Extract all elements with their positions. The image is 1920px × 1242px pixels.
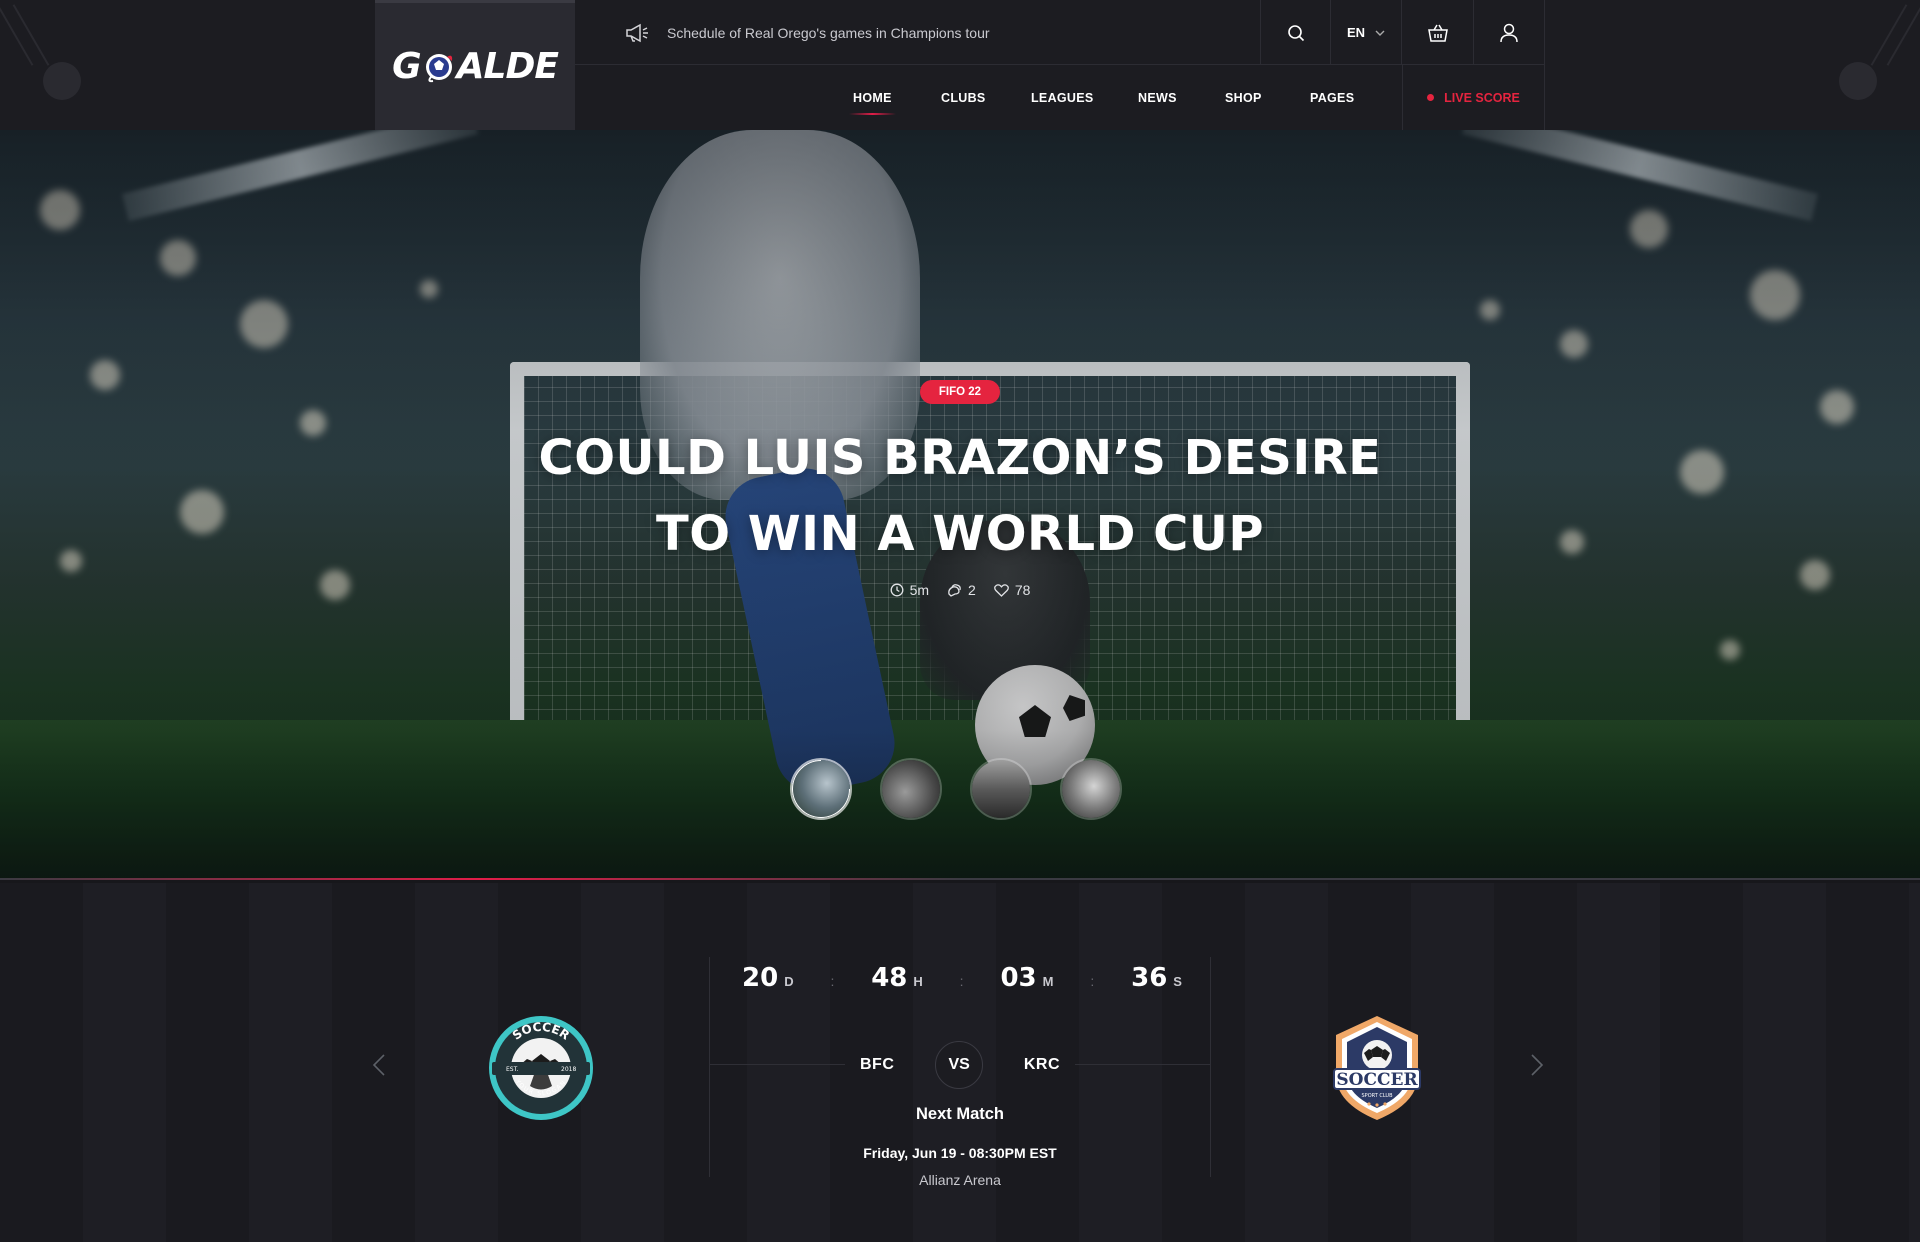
soccer-ball-mascot-icon	[425, 53, 452, 82]
read-time-value: 5m	[909, 582, 930, 598]
search-icon	[1287, 24, 1304, 41]
countdown-seconds-value: 36	[1131, 963, 1168, 993]
divider-right	[1210, 957, 1211, 1177]
match-countdown: 20 D : 48 H : 03 M : 36 S	[742, 963, 1182, 993]
user-icon	[1500, 23, 1518, 42]
nav-leagues[interactable]: LEAGUES	[1031, 65, 1094, 130]
cart-button[interactable]	[1401, 0, 1473, 65]
countdown-minutes-unit: M	[1042, 974, 1054, 989]
prev-match-arrow[interactable]	[372, 1053, 386, 1084]
slide-thumb-2[interactable]	[880, 758, 942, 820]
home-logo-year: 2018	[561, 1066, 576, 1073]
live-score-label: LIVE SCORE	[1444, 90, 1520, 105]
read-time: 5m	[890, 582, 929, 598]
slide-thumb-1[interactable]	[790, 758, 852, 820]
countdown-days: 20 D	[742, 963, 794, 993]
hero-title[interactable]: COULD LUIS BRAZON’S DESIRE TO WIN A WORL…	[460, 420, 1460, 572]
slide-thumb-4[interactable]	[1060, 758, 1122, 820]
announcement[interactable]: Schedule of Real Orego's games in Champi…	[625, 0, 990, 65]
countdown-hours-unit: H	[913, 974, 923, 989]
like-count-value: 78	[1014, 582, 1031, 598]
divider-left	[709, 957, 710, 1177]
nav-shop[interactable]: SHOP	[1225, 65, 1262, 130]
countdown-hours-value: 48	[871, 963, 908, 993]
nav-pages[interactable]: PAGES	[1310, 65, 1354, 130]
chevron-left-icon	[372, 1054, 385, 1076]
countdown-separator: :	[959, 973, 964, 989]
next-match-arrow[interactable]	[1530, 1053, 1544, 1084]
heart-icon	[993, 583, 1009, 597]
next-match-label: Next Match	[915, 1105, 1005, 1123]
clock-icon	[890, 583, 904, 597]
countdown-minutes: 03 M	[1000, 963, 1053, 993]
chevron-down-icon	[1375, 30, 1385, 36]
hero-title-line1: COULD LUIS BRAZON’S DESIRE	[538, 430, 1382, 486]
countdown-days-value: 20	[742, 963, 779, 993]
announcement-text: Schedule of Real Orego's games in Champi…	[667, 24, 990, 41]
live-indicator-dot	[1427, 94, 1435, 101]
site-header: G ALDE Schedule of Real Orego's games in…	[0, 0, 1920, 130]
countdown-minutes-value: 03	[1000, 963, 1037, 993]
home-logo-est: EST.	[506, 1066, 519, 1073]
basket-icon	[1427, 24, 1448, 42]
home-team-code[interactable]: BFC	[860, 1056, 894, 1074]
header-decoration-left	[0, 0, 81, 130]
category-tag[interactable]: FIFO 22	[920, 380, 1000, 404]
hero-title-line2: TO WIN A WORLD CUP	[655, 506, 1265, 562]
away-team-code[interactable]: KRC	[1024, 1056, 1060, 1074]
chevron-right-icon	[1531, 1054, 1544, 1076]
countdown-seconds: 36 S	[1131, 963, 1182, 993]
slide-thumb-3[interactable]	[970, 758, 1032, 820]
account-button[interactable]	[1473, 0, 1545, 65]
nav-clubs[interactable]: CLUBS	[941, 65, 986, 130]
away-logo-sub-text: SPORT CLUB	[1362, 1093, 1394, 1099]
countdown-separator: :	[830, 973, 835, 989]
countdown-separator: :	[1090, 973, 1095, 989]
logo-text-left: G	[392, 46, 422, 87]
slider-progress-fill	[0, 878, 960, 880]
match-venue: Allianz Arena	[919, 1172, 1001, 1188]
vs-badge: VS	[935, 1041, 984, 1089]
nav-news[interactable]: NEWS	[1138, 65, 1177, 130]
logo-text-right: ALDE	[456, 46, 559, 87]
slider-progress-bar	[0, 878, 1920, 880]
like-count[interactable]: 78	[993, 582, 1031, 598]
comment-icon	[948, 584, 961, 597]
divider-horizontal-left	[710, 1064, 845, 1065]
language-label: EN	[1346, 25, 1366, 40]
away-logo-main-text: SOCCER	[1336, 1070, 1418, 1090]
site-logo[interactable]: G ALDE	[375, 0, 575, 130]
hero-slider: FIFO 22 COULD LUIS BRAZON’S DESIRE TO WI…	[0, 130, 1920, 880]
match-date: Friday, Jun 19 - 08:30PM EST	[863, 1145, 1057, 1161]
comment-count-value: 2	[968, 582, 976, 598]
comment-count[interactable]: 2	[947, 582, 976, 598]
language-selector[interactable]: EN	[1330, 0, 1401, 65]
slide-thumbnails	[790, 758, 1122, 820]
header-decoration-right	[1839, 0, 1920, 130]
next-match-section: EST. 2018 SOCCER YOUR SLOGAN SOCCER SPOR…	[0, 883, 1920, 1242]
matchup: BFC VS KRC	[860, 1040, 1060, 1090]
live-score-button[interactable]: LIVE SCORE	[1402, 65, 1545, 130]
header-topbar: Schedule of Real Orego's games in Champi…	[575, 0, 1545, 65]
slide-progress-ring	[792, 760, 850, 818]
search-button[interactable]	[1260, 0, 1330, 65]
megaphone-icon	[626, 23, 648, 42]
countdown-days-unit: D	[784, 974, 794, 989]
countdown-seconds-unit: S	[1173, 974, 1182, 989]
main-nav: HOME CLUBS LEAGUES NEWS SHOP PAGES LIVE …	[575, 65, 1545, 130]
post-meta: 5m 2 78	[0, 582, 1920, 598]
nav-home[interactable]: HOME	[849, 65, 896, 130]
divider-horizontal-right	[1075, 1064, 1210, 1065]
countdown-hours: 48 H	[871, 963, 923, 993]
